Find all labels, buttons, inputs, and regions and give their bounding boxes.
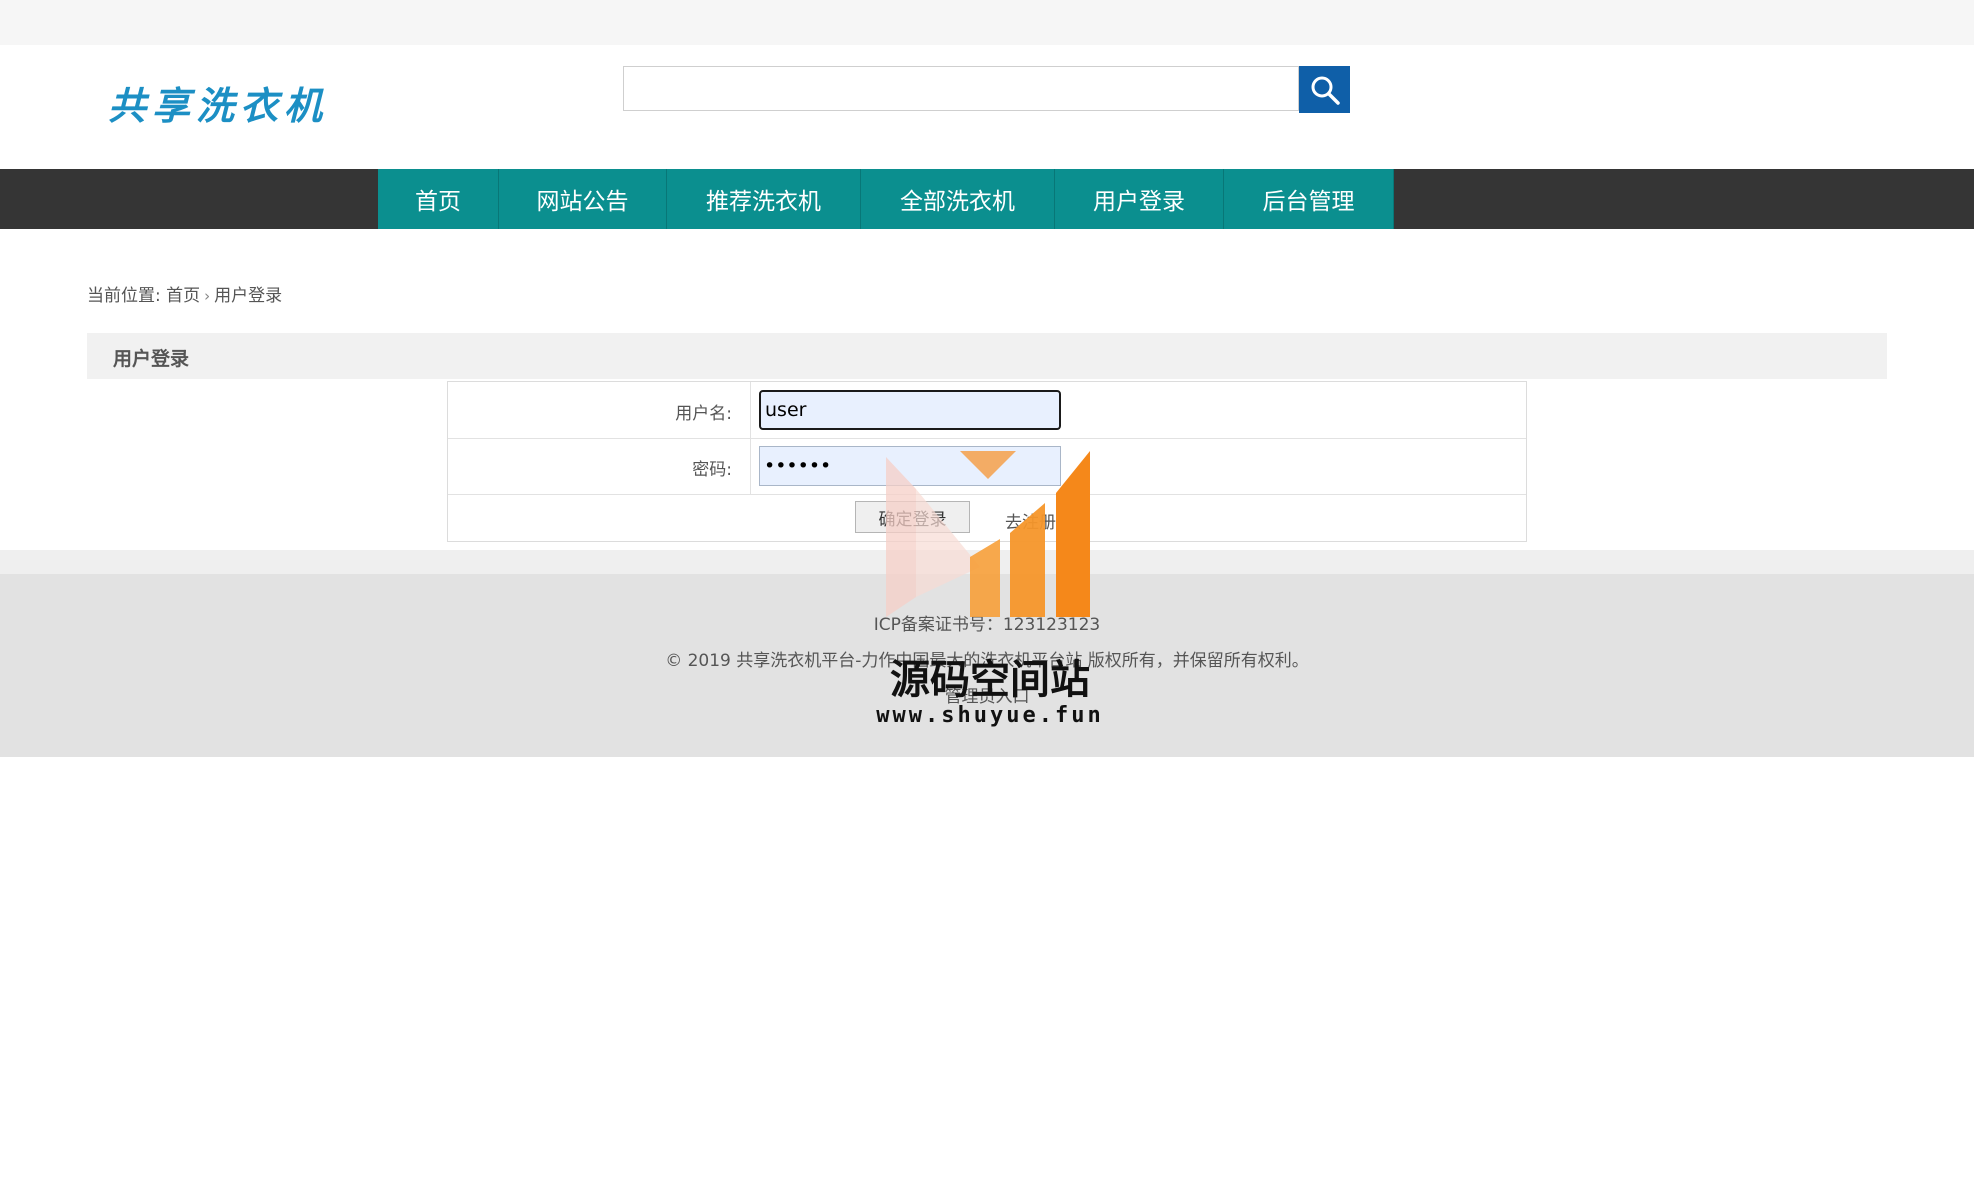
username-label: 用户名: xyxy=(675,404,732,424)
search-bar xyxy=(623,66,1350,113)
username-label-cell: 用户名: xyxy=(448,382,751,438)
breadcrumb-prefix: 当前位置: xyxy=(87,286,161,306)
password-label-cell: 密码: xyxy=(448,438,751,494)
watermark-logo-icon xyxy=(886,451,1090,617)
top-strip xyxy=(0,0,1974,45)
nav-items: 首页 网站公告 推荐洗衣机 全部洗衣机 用户登录 后台管理 xyxy=(378,169,1394,229)
search-input[interactable] xyxy=(623,66,1299,111)
nav-item-admin[interactable]: 后台管理 xyxy=(1224,169,1394,229)
section-header: 用户登录 xyxy=(87,333,1887,379)
username-input[interactable] xyxy=(759,390,1061,430)
watermark-title: 源码空间站 xyxy=(890,657,1090,703)
section-title: 用户登录 xyxy=(113,348,190,370)
nav-item-user-login[interactable]: 用户登录 xyxy=(1055,169,1224,229)
main-nav: 首页 网站公告 推荐洗衣机 全部洗衣机 用户登录 后台管理 xyxy=(0,169,1974,229)
search-icon xyxy=(1311,76,1340,105)
breadcrumb-chevron-icon: › xyxy=(204,287,211,305)
site-logo[interactable]: 共享洗衣机 xyxy=(108,75,328,130)
nav-item-announcements[interactable]: 网站公告 xyxy=(499,169,667,229)
breadcrumb: 当前位置: 首页 › 用户登录 xyxy=(87,281,282,306)
nav-item-home[interactable]: 首页 xyxy=(378,169,499,229)
header: 共享洗衣机 xyxy=(0,45,1974,169)
password-label: 密码: xyxy=(692,460,732,480)
nav-item-all-machines[interactable]: 全部洗衣机 xyxy=(861,169,1055,229)
search-button[interactable] xyxy=(1299,66,1350,113)
breadcrumb-current: 用户登录 xyxy=(214,286,283,306)
username-row: 用户名: xyxy=(448,382,1526,439)
nav-item-recommended[interactable]: 推荐洗衣机 xyxy=(667,169,861,229)
watermark: 源码空间站 www.shuyue.fun xyxy=(870,447,1110,737)
breadcrumb-home[interactable]: 首页 xyxy=(166,286,200,306)
watermark-url: www.shuyue.fun xyxy=(876,703,1104,728)
